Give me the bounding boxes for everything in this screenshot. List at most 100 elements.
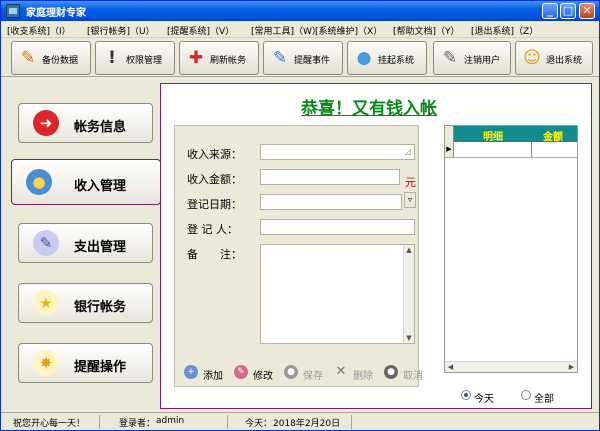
minimize-button[interactable]: _ [542,3,558,19]
person-label: 登 记 人： [187,223,238,236]
status-today-date: 2018年2月20日 [273,419,341,429]
grid-corner [445,126,454,142]
note-scrollbar[interactable]: ▲ ▼ [403,245,414,343]
nav-income[interactable]: ● 收入管理 [11,159,161,205]
table-row[interactable]: ▶ [445,142,577,158]
grid-col-amount[interactable]: 金额 [543,128,563,143]
cancel-label: 取消 [403,371,423,382]
suspend-button[interactable]: ● 挂起系统 [347,41,427,75]
app-icon [6,4,20,18]
filter-today-radio[interactable]: 今天 [461,388,501,405]
income-form: 收入来源： ◿ 收入金额： 元 登记日期： ▿ 登 记 人： 备 注： ▲ ▼ [174,125,419,387]
save-icon: ● [284,365,298,379]
income-panel: 恭喜！又有钱入帐 收入来源： ◿ 收入金额： 元 登记日期： ▿ 登 记 人： … [160,83,592,409]
nav-account-info[interactable]: ➜ 帐务信息 [18,103,153,143]
backup-icon: ✎ [20,48,36,68]
nav-bank[interactable]: ★ 银行帐务 [18,283,153,323]
remind-button[interactable]: ✎ 提醒事件 [263,41,343,75]
expense-icon: ✎ [33,230,59,256]
menu-maintenance[interactable]: [系统维护]（X） [315,24,382,37]
maximize-button[interactable]: □ [560,3,576,19]
source-label: 收入来源： [187,148,242,161]
menu-exit[interactable]: [退出系统]（Z） [471,24,538,37]
filter-today-label: 今天 [474,394,494,405]
radio-selected-icon [461,390,471,400]
nav-remind[interactable]: ✸ 提醒操作 [18,343,153,383]
exit-button[interactable]: ☺ 退出系统 [515,41,593,75]
income-icon: ● [26,169,52,195]
permission-icon: ! [108,48,116,68]
date-label: 登记日期： [187,198,242,211]
edit-button[interactable]: ✎ 修改 [234,364,278,382]
save-button[interactable]: ● 保存 [284,364,328,382]
nav-label: 银行帐务 [74,300,127,315]
date-picker-icon[interactable]: ▿ [404,192,416,208]
window-title: 家庭理财专家 [26,8,86,19]
nav-label: 收入管理 [74,179,127,194]
grid-col-detail[interactable]: 明细 [483,128,503,143]
suspend-label: 挂起系统 [378,56,415,66]
scroll-down-icon[interactable]: ▼ [404,333,414,343]
grid-header: 明细 金额 [445,126,577,143]
filter-all-label: 全部 [534,394,554,405]
add-button[interactable]: + 添加 [184,364,228,382]
exit-label: 退出系统 [546,56,583,66]
permission-button[interactable]: ! 权限管理 [95,41,175,75]
cancel-button[interactable]: ● 取消 [384,364,428,382]
menu-reminder[interactable]: [提醒系统]（V） [167,24,234,37]
edit-icon: ✎ [234,365,248,379]
account-info-icon: ➜ [33,110,59,136]
scroll-up-icon[interactable]: ▲ [404,245,414,255]
scroll-left-icon[interactable]: ◀ [445,362,456,372]
backup-label: 备份数据 [42,56,79,66]
remind-label: 提醒事件 [294,56,331,66]
delete-button[interactable]: ✕ 删除 [334,364,378,383]
delete-label: 删除 [353,371,373,382]
column-divider [531,142,532,157]
filter-all-radio[interactable]: 全部 [521,388,561,405]
refresh-icon: ✚ [188,48,204,68]
nav-expense[interactable]: ✎ 支出管理 [18,223,153,263]
grid-scrollbar[interactable]: ◀ ▶ [445,361,577,372]
scroll-right-icon[interactable]: ▶ [566,362,577,372]
app-window: 家庭理财专家 _ □ ✕ [收支系统]（I） [银行帐务]（U） [提醒系统]（… [0,0,600,431]
menu-income-system[interactable]: [收支系统]（I） [7,24,71,37]
save-label: 保存 [303,371,323,382]
note-label: 备 注： [187,248,242,261]
remind-op-icon: ✸ [33,350,59,376]
note-textarea[interactable]: ▲ ▼ [260,244,415,344]
logout-icon: ✎ [442,48,458,68]
person-input[interactable] [260,219,415,235]
status-greeting: 祝您开心每一天！ [13,419,86,429]
refresh-label: 刷新帐务 [210,56,247,66]
menu-bank[interactable]: [银行帐务]（U） [87,24,155,37]
status-login-label: 登录者： [119,419,156,429]
nav-label: 帐务信息 [74,120,127,135]
menu-tools[interactable]: [常用工具]（W） [251,24,321,37]
add-label: 添加 [203,371,223,382]
radio-unselected-icon [521,390,531,400]
permission-label: 权限管理 [126,56,163,66]
remind-icon: ✎ [272,48,288,68]
menu-help[interactable]: [帮助文档]（Y） [393,24,460,37]
close-button[interactable]: ✕ [579,3,595,19]
exit-icon: ☺ [523,48,541,68]
delete-icon: ✕ [335,364,347,379]
refresh-button[interactable]: ✚ 刷新帐务 [179,41,259,75]
row-indicator-icon: ▶ [445,142,454,157]
edit-label: 修改 [253,371,273,382]
logout-button[interactable]: ✎ 注销用户 [433,41,511,75]
amount-unit: 元 [405,176,416,189]
amount-input[interactable] [260,169,400,185]
nav-label: 提醒操作 [74,360,127,375]
source-input[interactable]: ◿ [260,144,415,160]
title-bar: 家庭理财专家 _ □ ✕ [1,1,599,21]
cancel-icon: ● [384,365,398,379]
date-input[interactable] [260,194,402,210]
nav-label: 支出管理 [74,240,127,255]
add-icon: + [184,365,198,379]
backup-button[interactable]: ✎ 备份数据 [11,41,91,75]
logout-label: 注销用户 [464,56,501,66]
status-divider [227,415,228,429]
income-grid[interactable]: 明细 金额 ▶ ◀ ▶ [444,125,578,373]
